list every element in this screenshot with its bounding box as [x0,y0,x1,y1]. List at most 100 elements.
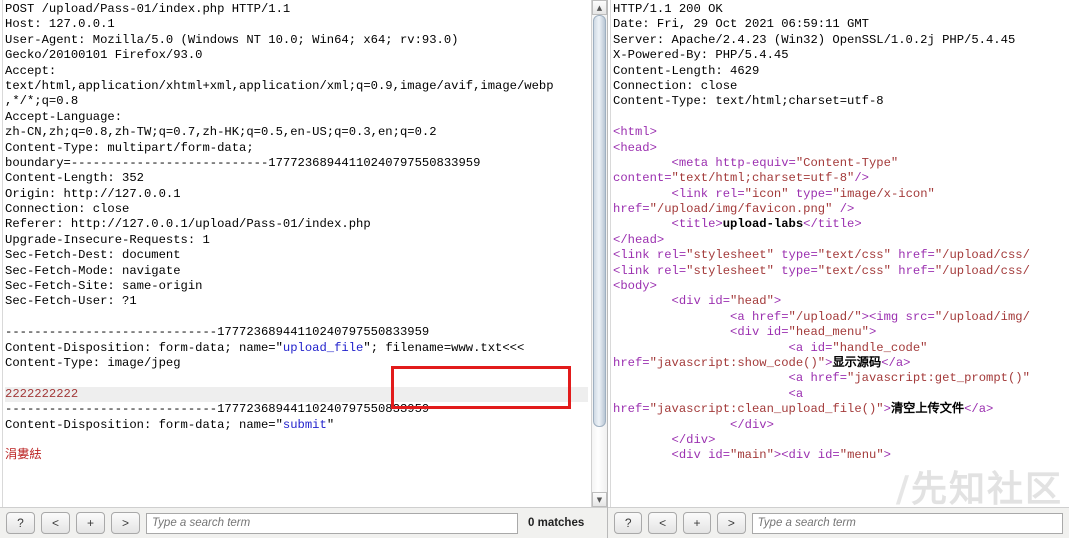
code-token: POST /upload/Pass-01/index.php HTTP/1.1 [5,2,291,16]
code-line: ,*/*;q=0.8 [5,94,588,109]
code-line: Host: 127.0.0.1 [5,17,588,32]
code-line: <title>upload-labs</title> [613,217,1066,232]
code-token: "main" [730,448,774,463]
code-line: Referer: http://127.0.0.1/upload/Pass-01… [5,217,588,232]
code-token: Content-Length: 4629 [613,63,760,78]
find-previous-button[interactable]: < [41,512,70,534]
code-token: href= [890,263,935,278]
scroll-up-arrow-icon[interactable]: ▲ [592,0,607,15]
code-line: <head> [613,141,1066,156]
code-token: Content-Type: multipart/form-data; [5,140,254,155]
code-line: <link rel="stylesheet" type="text/css" h… [613,264,1066,279]
code-line: </div> [613,433,1066,448]
code-line: boundary=---------------------------1777… [5,156,588,171]
find-next-button[interactable]: > [717,512,746,534]
find-next-button[interactable]: > [111,512,140,534]
code-token: "text/css" [817,263,891,278]
code-line: content="text/html;charset=utf-8"/> [613,171,1066,186]
code-token: "head_menu" [788,325,869,340]
code-token: <head> [613,140,657,155]
request-search-bar: ? < + > 0 matches [0,507,607,538]
code-token: Referer: http://127.0.0.1/upload/Pass-01… [5,217,371,232]
code-line: text/html,application/xhtml+xml,applicat… [5,79,588,94]
code-token: Sec-Fetch-Mode: navigate [5,263,181,278]
code-token: "/upload/img/ [934,309,1030,324]
response-message-text[interactable]: HTTP/1.1 200 OK Date: Fri, 29 Oct 2021 06… [608,0,1069,507]
code-token: Sec-Fetch-Site: same-origin [5,279,203,294]
code-token: </head> [613,232,665,247]
code-token: upload_file [282,340,364,355]
code-token: <html> [613,125,657,140]
code-line: </div> [613,418,1066,433]
code-token: Host: 127.0.0.1 [5,17,115,32]
code-token: > [883,402,891,417]
code-token: Content-Disposition: form-data; name=" [5,340,283,355]
request-message-text[interactable]: POST /upload/Pass-01/index.php HTTP/1.1 H… [0,0,591,507]
code-token: <link rel= [613,186,745,201]
code-token: "; filename=www.txt<<< [363,340,525,355]
code-line: <a id="handle_code" [613,341,1066,356]
help-button[interactable]: ? [6,512,35,534]
code-token: Server: Apache/2.4.23 (Win32) OpenSSL/1.… [613,32,1016,47]
code-line: Gecko/20100101 Firefox/93.0 [5,48,588,63]
code-token: type= [773,263,818,278]
scrollbar-thumb[interactable] [593,15,606,427]
code-token: Content-Length: 352 [5,171,144,186]
response-search-bar: ? < + > [608,507,1069,538]
code-line: <html> [613,125,1066,140]
code-token: "javascript:clean_upload_file()" [649,402,884,417]
code-token: "/upload/css/ [934,248,1030,263]
code-line: X-Powered-By: PHP/5.4.45 [613,48,1066,63]
code-line: Sec-Fetch-Mode: navigate [5,264,588,279]
request-panel: POST /upload/Pass-01/index.php HTTP/1.1 H… [0,0,608,538]
code-token: <a [613,386,804,401]
code-token: <div id= [613,448,731,463]
code-token: Connection: close [613,78,738,93]
code-token: User-Agent: Mozilla/5.0 (Windows NT 10.0… [5,32,459,47]
response-body-wrap: HTTP/1.1 200 OK Date: Fri, 29 Oct 2021 06… [608,0,1069,507]
code-token: <a href= [613,309,789,324]
code-token: <body> [613,279,657,294]
code-token: Sec-Fetch-User: ?1 [5,294,137,309]
code-token: HTTP/1.1 200 OK [613,2,723,16]
code-line: Sec-Fetch-User: ?1 [5,294,588,309]
code-token: "handle_code" [832,340,928,355]
code-line: Date: Fri, 29 Oct 2021 06:59:11 GMT [613,17,1066,32]
search-match-row: 2222222222 [5,386,588,403]
code-line: <div id="head_menu"> [613,325,1066,340]
code-line: Content-Length: 352 [5,171,588,186]
request-vertical-scrollbar[interactable]: ▲ ▼ [591,0,607,507]
code-token: "Content-Type" [795,155,899,170]
code-token: "/upload/img/favicon.png" [649,202,833,217]
code-token: <a id= [613,340,833,355]
code-line: </head> [613,233,1066,248]
code-line: Content-Type: text/html;charset=utf-8 [613,94,1066,109]
find-previous-button[interactable]: < [648,512,677,534]
help-button[interactable]: ? [614,512,643,534]
code-line: <div id="main"><div id="menu"> [613,448,1066,463]
code-line: -----------------------------17772368944… [5,402,588,417]
code-token: <div id= [613,294,731,309]
code-token: 涓婁紶 [5,448,42,463]
code-token: ><div id= [773,448,840,463]
add-search-button[interactable]: + [76,512,105,534]
code-line: <a href="javascript:get_prompt()" [613,371,1066,386]
code-token: </div> [613,432,716,447]
code-line: Sec-Fetch-Dest: document [5,248,588,263]
code-token: -----------------------------17772368944… [5,402,430,417]
add-search-button[interactable]: + [682,512,712,534]
code-line: <a href="/upload/"><img src="/upload/img… [613,310,1066,325]
code-token: 清空上传文件 [890,402,965,417]
code-line: Content-Type: image/jpeg [5,356,588,371]
search-input[interactable] [751,512,1063,534]
code-token: <div id= [613,325,789,340]
search-input[interactable] [146,512,518,534]
code-line: HTTP/1.1 200 OK [613,2,1066,17]
code-line: POST /upload/Pass-01/index.php HTTP/1.1 [5,2,588,17]
code-line: User-Agent: Mozilla/5.0 (Windows NT 10.0… [5,33,588,48]
scroll-down-arrow-icon[interactable]: ▼ [592,492,607,507]
